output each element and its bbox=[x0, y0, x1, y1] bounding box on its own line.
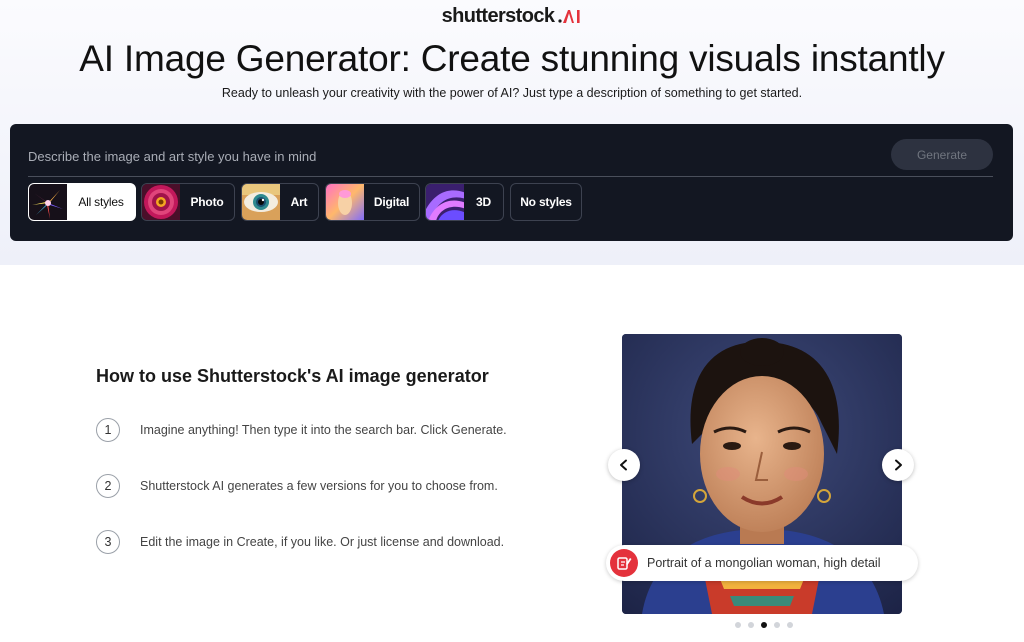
step-text: Imagine anything! Then type it into the … bbox=[140, 423, 507, 437]
panel-divider bbox=[28, 176, 993, 177]
style-chip-label: Digital bbox=[373, 195, 410, 209]
howto-step: 2 Shutterstock AI generates a few versio… bbox=[96, 473, 498, 499]
carousel-dot-active[interactable] bbox=[761, 622, 767, 628]
step-number: 2 bbox=[96, 474, 120, 498]
style-chip-label: 3D bbox=[476, 195, 491, 209]
style-chip-photo[interactable]: Photo bbox=[141, 183, 235, 221]
generate-button[interactable]: Generate bbox=[891, 139, 993, 170]
carousel-dot[interactable] bbox=[774, 622, 780, 628]
step-text: Shutterstock AI generates a few versions… bbox=[140, 479, 498, 493]
carousel-prev-button[interactable] bbox=[608, 449, 640, 481]
page-title: AI Image Generator: Create stunning visu… bbox=[79, 38, 945, 79]
chevron-right-icon bbox=[895, 459, 902, 471]
carousel-dot[interactable] bbox=[748, 622, 754, 628]
3d-thumbnail bbox=[426, 184, 464, 220]
prompt-input[interactable] bbox=[28, 146, 868, 166]
step-number: 1 bbox=[96, 418, 120, 442]
carousel-dot[interactable] bbox=[735, 622, 741, 628]
style-chip-label: Photo bbox=[190, 195, 224, 209]
chevron-left-icon bbox=[620, 459, 627, 471]
carousel-pagination bbox=[735, 622, 793, 628]
howto-step: 1 Imagine anything! Then type it into th… bbox=[96, 417, 507, 443]
photo-thumbnail bbox=[142, 184, 180, 220]
howto-step: 3 Edit the image in Create, if you like.… bbox=[96, 529, 504, 555]
edit-prompt-icon bbox=[610, 549, 638, 577]
shutterstock-logo[interactable]: shutterstock bbox=[0, 4, 1024, 28]
style-chip-all-styles[interactable]: All styles bbox=[28, 183, 136, 221]
howto-title: How to use Shutterstock's AI image gener… bbox=[96, 366, 489, 386]
style-chip-3d[interactable]: 3D bbox=[425, 183, 504, 221]
style-chip-digital[interactable]: Digital bbox=[325, 183, 420, 221]
carousel-next-button[interactable] bbox=[882, 449, 914, 481]
art-thumbnail bbox=[242, 184, 280, 220]
ai-logo-mark-icon bbox=[558, 8, 582, 24]
style-chip-label: No styles bbox=[520, 195, 572, 209]
step-number: 3 bbox=[96, 530, 120, 554]
style-chip-label: All styles bbox=[78, 195, 124, 209]
digital-thumbnail bbox=[326, 184, 364, 220]
step-text: Edit the image in Create, if you like. O… bbox=[140, 535, 505, 549]
page-subtitle: Ready to unleash your creativity with th… bbox=[221, 86, 803, 100]
image-prompt-caption[interactable]: Portrait of a mongolian woman, high deta… bbox=[606, 545, 918, 581]
carousel-dot[interactable] bbox=[787, 622, 793, 628]
style-chip-art[interactable]: Art bbox=[241, 183, 319, 221]
all-styles-thumbnail bbox=[29, 184, 67, 220]
caption-text: Portrait of a mongolian woman, high deta… bbox=[647, 556, 881, 570]
logo-text: shutterstock bbox=[441, 4, 555, 27]
style-chip-no-styles[interactable]: No styles bbox=[510, 183, 582, 221]
generator-panel: Generate All styles bbox=[10, 124, 1013, 241]
style-chip-label: Art bbox=[290, 195, 308, 209]
